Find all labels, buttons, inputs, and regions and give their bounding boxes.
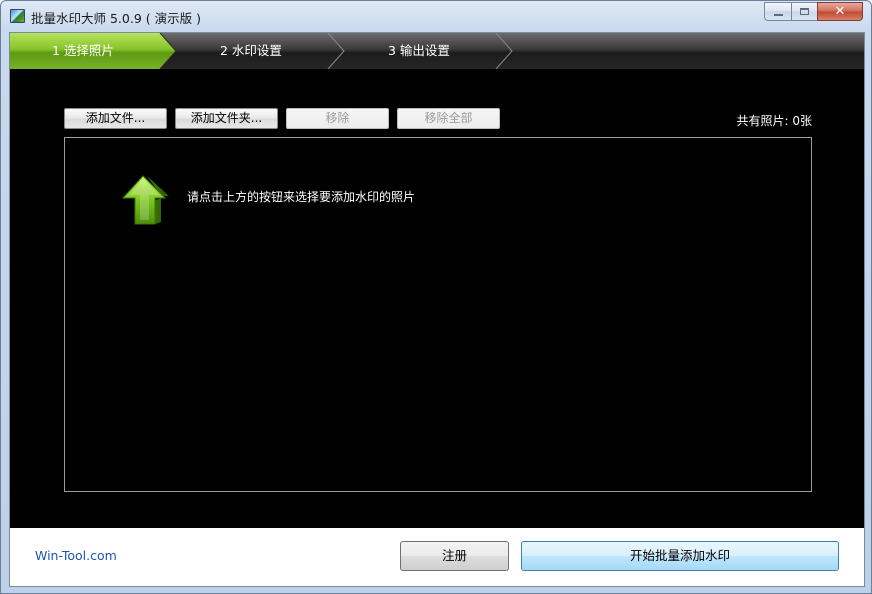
add-files-button[interactable]: 添加文件... — [64, 108, 167, 129]
app-icon — [10, 9, 25, 23]
close-button[interactable]: ✕ — [817, 2, 863, 21]
website-link[interactable]: Win-Tool.com — [35, 548, 117, 563]
photo-list[interactable]: 请点击上方的按钮来选择要添加水印的照片 — [64, 137, 812, 492]
photo-count: 共有照片: 0张 — [736, 114, 813, 128]
minimize-icon — [773, 13, 783, 16]
step-separator-3 — [495, 33, 513, 69]
empty-list-hint: 请点击上方的按钮来选择要添加水印的照片 — [187, 190, 416, 204]
up-arrow-icon — [121, 175, 169, 225]
remove-button[interactable]: 移除 — [286, 108, 389, 129]
minimize-button[interactable] — [764, 2, 791, 21]
step-3-output-settings[interactable]: 3 输出设置 — [388, 33, 450, 69]
maximize-button[interactable] — [791, 2, 817, 21]
footer-bar: Win-Tool.com 注册 开始批量添加水印 — [10, 528, 864, 586]
step-separator-2 — [327, 33, 345, 69]
title-bar[interactable]: 批量水印大师 5.0.9 ( 演示版 ) ✕ — [1, 1, 871, 31]
maximize-icon — [800, 8, 809, 15]
app-window: 批量水印大师 5.0.9 ( 演示版 ) ✕ 1 选择照片 2 水印设置 3 输… — [0, 0, 872, 594]
content-panel: 添加文件... 添加文件夹... 移除 移除全部 共有照片: 0张 请点击上方的… — [10, 69, 864, 528]
step-2-watermark-settings[interactable]: 2 水印设置 — [220, 33, 282, 69]
window-controls: ✕ — [764, 2, 863, 22]
client-area: 1 选择照片 2 水印设置 3 输出设置 添加文件... 添加文件夹... 移除… — [9, 32, 865, 587]
register-button[interactable]: 注册 — [400, 541, 509, 571]
window-title: 批量水印大师 5.0.9 ( 演示版 ) — [31, 11, 201, 26]
add-folder-button[interactable]: 添加文件夹... — [175, 108, 278, 129]
step-1-select-photos[interactable]: 1 选择照片 — [52, 33, 114, 69]
remove-all-button[interactable]: 移除全部 — [397, 108, 500, 129]
start-watermark-button[interactable]: 开始批量添加水印 — [521, 541, 839, 571]
close-icon: ✕ — [834, 4, 846, 19]
step-bar: 1 选择照片 2 水印设置 3 输出设置 — [10, 33, 864, 69]
